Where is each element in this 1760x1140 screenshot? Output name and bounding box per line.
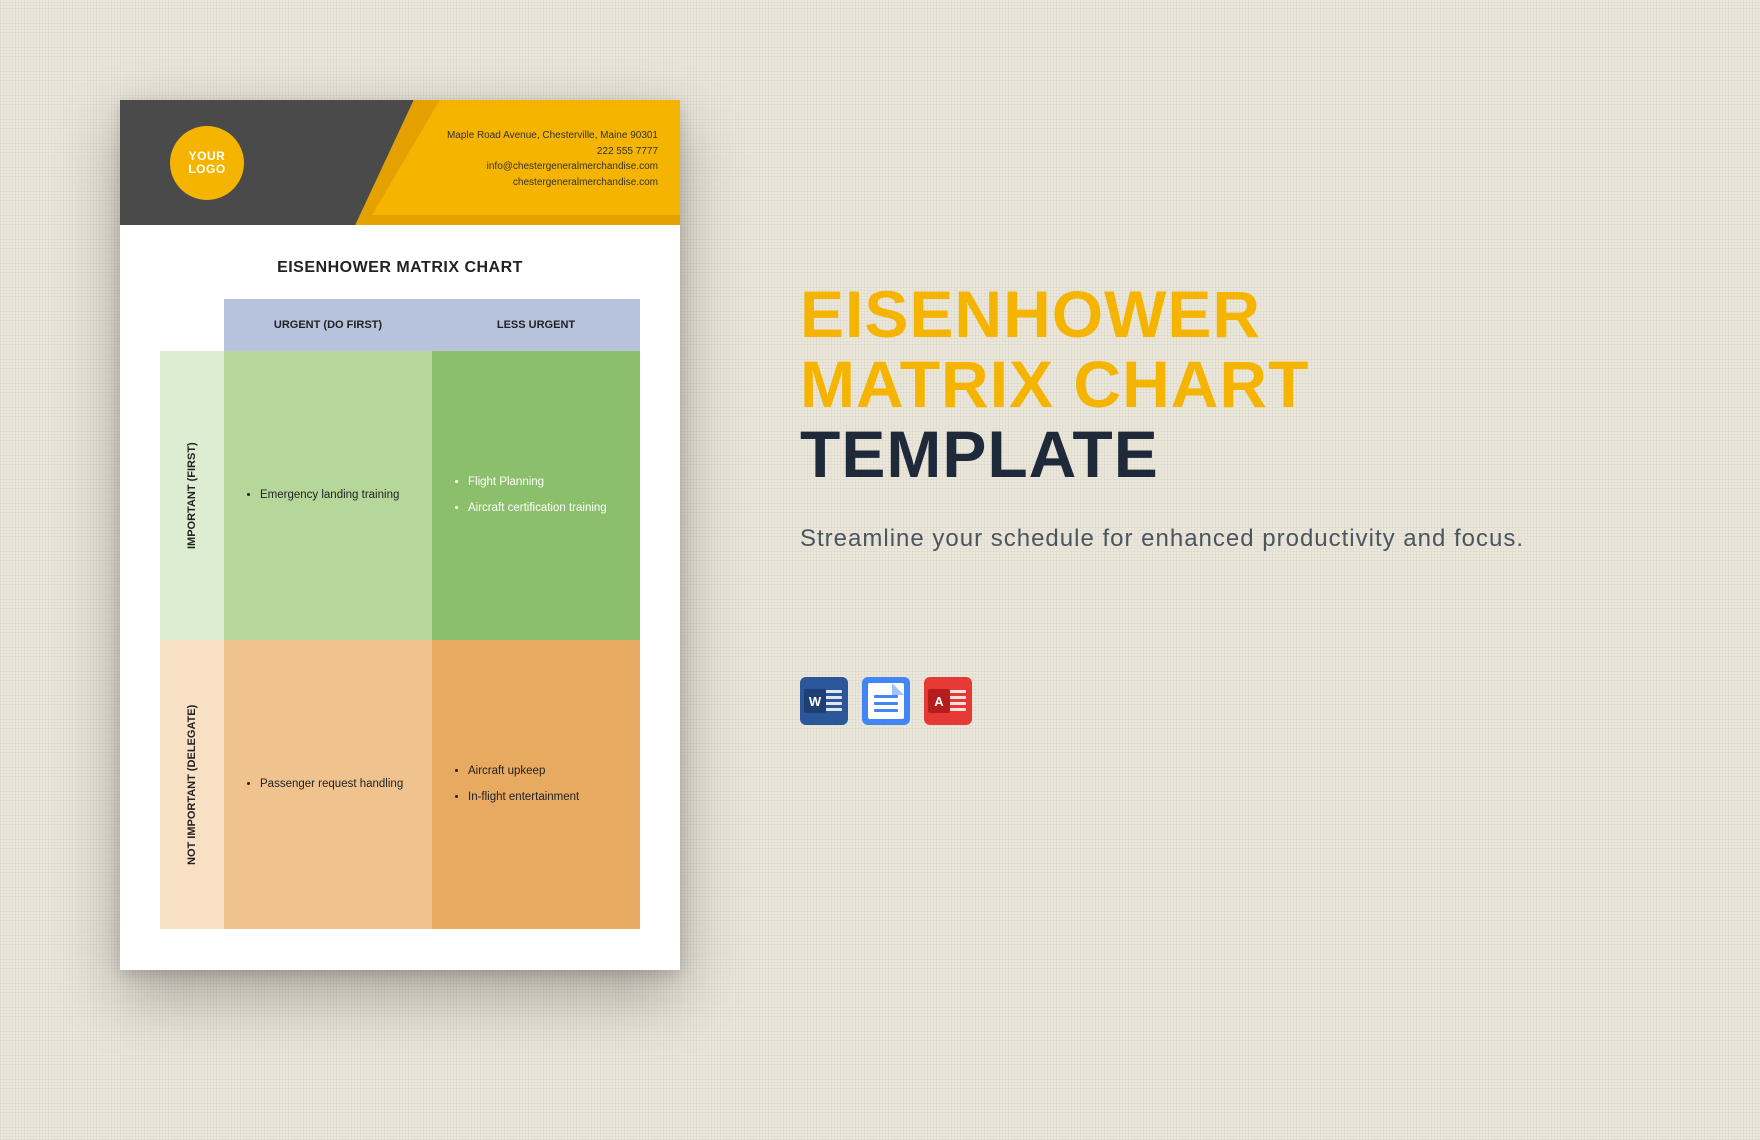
matrix-col-header-less-urgent: LESS URGENT (432, 299, 640, 351)
cell-list: Passenger request handling (242, 767, 403, 803)
header-website: chestergeneralmerchandise.com (447, 175, 658, 191)
matrix-cell-important-less-urgent: Flight Planning Aircraft certification t… (432, 351, 640, 640)
header-contact-info: Maple Road Avenue, Chesterville, Maine 9… (447, 128, 658, 190)
cell-list: Emergency landing training (242, 478, 399, 514)
list-item: Aircraft certification training (468, 501, 607, 517)
matrix-cell-important-urgent: Emergency landing training (224, 351, 432, 640)
header-phone: 222 555 7777 (447, 144, 658, 160)
cell-list: Aircraft upkeep In-flight entertainment (450, 754, 579, 815)
header-address: Maple Road Avenue, Chesterville, Maine 9… (447, 128, 658, 144)
list-item: Emergency landing training (260, 488, 399, 504)
matrix-corner-blank (160, 299, 224, 351)
matrix-cell-not-important-urgent: Passenger request handling (224, 640, 432, 929)
pdf-badge: A (928, 689, 950, 713)
word-badge: W (804, 689, 826, 713)
canvas: YOUR LOGO Maple Road Avenue, Chestervill… (0, 0, 1760, 1140)
list-item: Aircraft upkeep (468, 764, 579, 780)
document-title: EISENHOWER MATRIX CHART (160, 259, 640, 277)
logo-placeholder: YOUR LOGO (170, 126, 244, 200)
promo-title-line1: EISENHOWER (800, 277, 1261, 351)
cell-list: Flight Planning Aircraft certification t… (450, 465, 607, 526)
list-item: In-flight entertainment (468, 790, 579, 806)
doc-lines-icon (824, 687, 842, 714)
document-header: YOUR LOGO Maple Road Avenue, Chestervill… (120, 100, 680, 225)
logo-text-line2: LOGO (188, 163, 225, 176)
document-preview: YOUR LOGO Maple Road Avenue, Chestervill… (120, 100, 680, 970)
word-icon[interactable]: W (800, 677, 848, 725)
doc-lines-icon (874, 691, 898, 716)
matrix-cell-not-important-less-urgent: Aircraft upkeep In-flight entertainment (432, 640, 640, 929)
format-icons: W A (800, 677, 1560, 725)
matrix-row-header-important: IMPORTANT (FIRST) (160, 351, 224, 640)
promo-title-line3: TEMPLATE (800, 417, 1159, 491)
promo-subtitle: Streamline your schedule for enhanced pr… (800, 520, 1560, 557)
eisenhower-matrix: URGENT (DO FIRST) LESS URGENT IMPORTANT … (160, 299, 640, 929)
matrix-col-header-urgent: URGENT (DO FIRST) (224, 299, 432, 351)
document-body: EISENHOWER MATRIX CHART URGENT (DO FIRST… (120, 225, 680, 959)
google-docs-icon[interactable] (862, 677, 910, 725)
doc-lines-icon (948, 687, 966, 714)
list-item: Passenger request handling (260, 777, 403, 793)
promo-title-line2: MATRIX CHART (800, 347, 1309, 421)
promo-panel: EISENHOWER MATRIX CHART TEMPLATE Streaml… (800, 280, 1560, 725)
header-email: info@chestergeneralmerchandise.com (447, 159, 658, 175)
list-item: Flight Planning (468, 475, 607, 491)
pdf-icon[interactable]: A (924, 677, 972, 725)
matrix-row-header-not-important: NOT IMPORTANT (DELEGATE) (160, 640, 224, 929)
promo-title: EISENHOWER MATRIX CHART TEMPLATE (800, 280, 1560, 490)
